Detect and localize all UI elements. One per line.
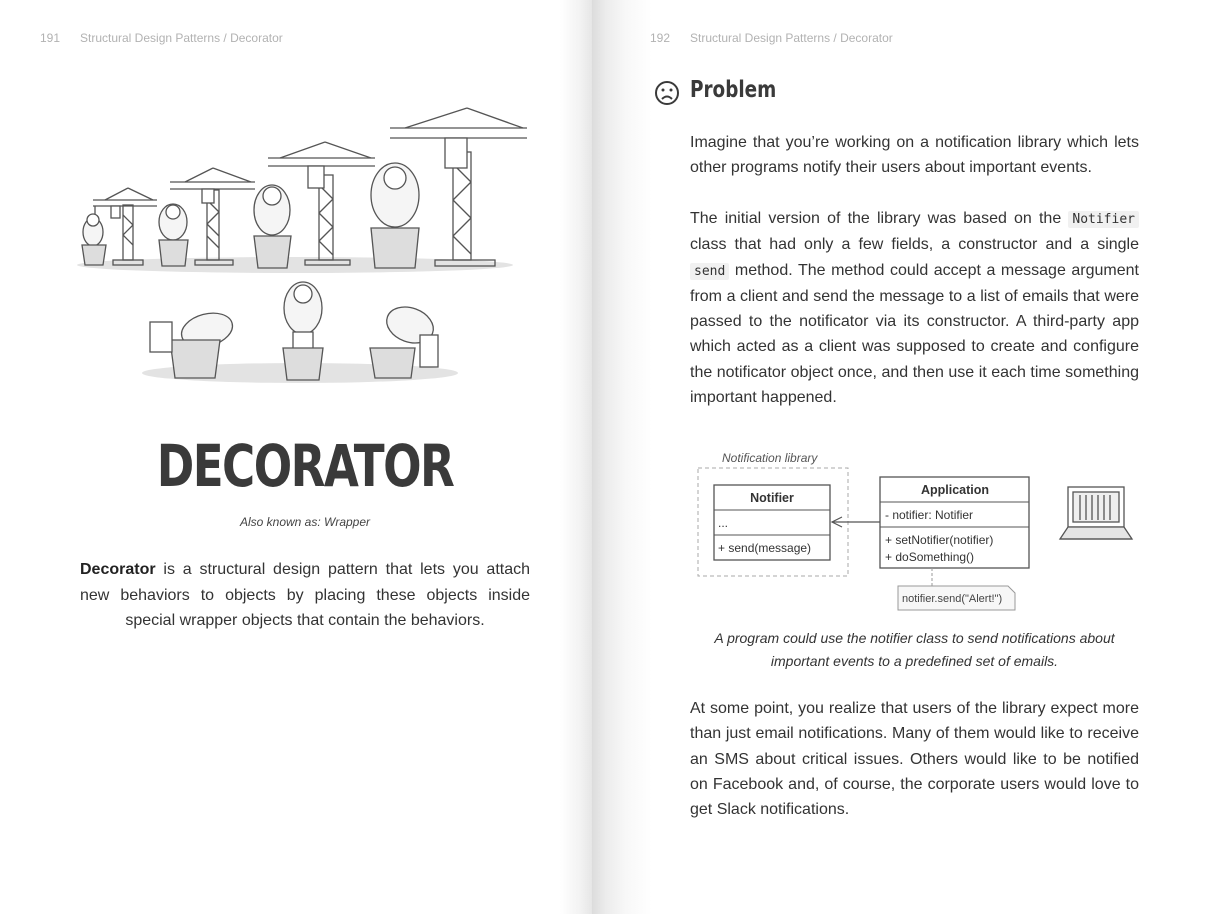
sad-face-icon (655, 81, 679, 105)
intro-bold-term: Decorator (80, 561, 156, 578)
left-page: 191 Structural Design Patterns / Decorato… (0, 0, 592, 914)
para2-text-c: method. The method could accept a messag… (690, 261, 1139, 407)
note-text: notifier.send("Alert!") (902, 593, 1002, 605)
paragraph-3: At some point, you realize that users of… (690, 700, 1139, 819)
laptop-icon (1058, 486, 1134, 540)
notifier-fields: ... (718, 516, 728, 530)
book-gutter (560, 0, 592, 914)
application-method-1: + setNotifier(notifier) (885, 533, 993, 547)
doll-1 (81, 213, 107, 266)
notifier-method: + send(message) (718, 541, 811, 555)
doll-bottom-right (369, 306, 439, 379)
para2-text-b: class that had only a few fields, a cons… (690, 236, 1139, 254)
paragraph-1: Imagine that you’re working on a notific… (690, 134, 1139, 177)
code-send: send (690, 262, 730, 280)
application-method-2: + doSomething() (885, 550, 974, 564)
library-label: Notification library (722, 451, 818, 465)
application-class: Application - notifier: Notifier + setNo… (879, 476, 1030, 569)
left-page-header: 191 Structural Design Patterns / Decorato… (40, 31, 283, 45)
also-known-as: Also known as: Wrapper (239, 515, 371, 529)
doll-3 (253, 184, 292, 269)
para2-text-a: The initial version of the library was b… (690, 210, 1069, 227)
right-page-header: 192 Structural Design Patterns / Decorato… (650, 31, 893, 45)
left-page-number: 191 (40, 31, 61, 45)
right-page-number: 192 (650, 31, 671, 45)
left-header-text: Structural Design Patterns / Decorator (80, 31, 283, 45)
application-field: - notifier: Notifier (885, 508, 973, 522)
diagram-caption: A program could use the notifier class t… (714, 630, 1115, 669)
doll-4 (370, 162, 420, 269)
doll-bottom-middle (282, 281, 324, 381)
notifier-class: Notifier ... + send(message) (713, 484, 831, 561)
application-title: Application (921, 483, 989, 497)
right-header-text: Structural Design Patterns / Decorator (690, 31, 893, 45)
paragraph-2: The initial version of the library was b… (690, 206, 1139, 410)
intro-paragraph: Decorator is a structural design pattern… (80, 557, 530, 634)
section-title: Problem (690, 77, 777, 103)
pattern-title: DECORATOR (156, 432, 455, 500)
doll-2 (158, 203, 189, 267)
decorator-illustration (77, 107, 527, 383)
notifier-title: Notifier (750, 491, 794, 505)
uml-diagram: Notification library Notifier ... + send… (697, 451, 1134, 611)
code-notifier: Notifier (1068, 211, 1139, 228)
